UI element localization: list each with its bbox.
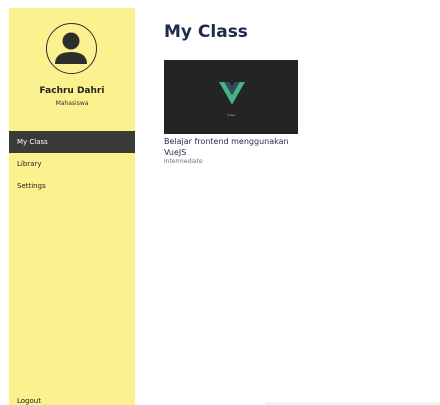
- user-role: Mahasiswa: [55, 100, 89, 107]
- vue-logo-icon: [219, 82, 245, 105]
- course-thumbnail[interactable]: VueJs: [164, 60, 298, 134]
- thumbnail-caption: VueJs: [226, 113, 236, 117]
- sidebar: Fachru Dahri Mahasiswa My Class Library …: [9, 8, 135, 405]
- app-root: Fachru Dahri Mahasiswa My Class Library …: [0, 0, 440, 405]
- course-title[interactable]: Belajar frontend menggunakan VueJS: [164, 136, 298, 158]
- profile-section: Fachru Dahri Mahasiswa: [9, 8, 135, 118]
- sidebar-item-settings[interactable]: Settings: [9, 175, 135, 197]
- user-avatar-icon: [46, 23, 97, 74]
- sidebar-item-label: Library: [17, 160, 42, 168]
- sidebar-item-label: Settings: [17, 182, 46, 190]
- course-card[interactable]: VueJs Belajar frontend menggunakan VueJS…: [164, 60, 298, 165]
- user-name: Fachru Dahri: [39, 86, 105, 96]
- logout-button[interactable]: Logout: [17, 397, 41, 405]
- sidebar-item-my-class[interactable]: My Class: [9, 131, 135, 153]
- course-level: intermediate: [164, 158, 203, 165]
- sidebar-nav: My Class Library Settings: [9, 131, 135, 197]
- page-title: My Class: [164, 22, 248, 42]
- sidebar-item-label: My Class: [17, 138, 48, 146]
- sidebar-item-library[interactable]: Library: [9, 153, 135, 175]
